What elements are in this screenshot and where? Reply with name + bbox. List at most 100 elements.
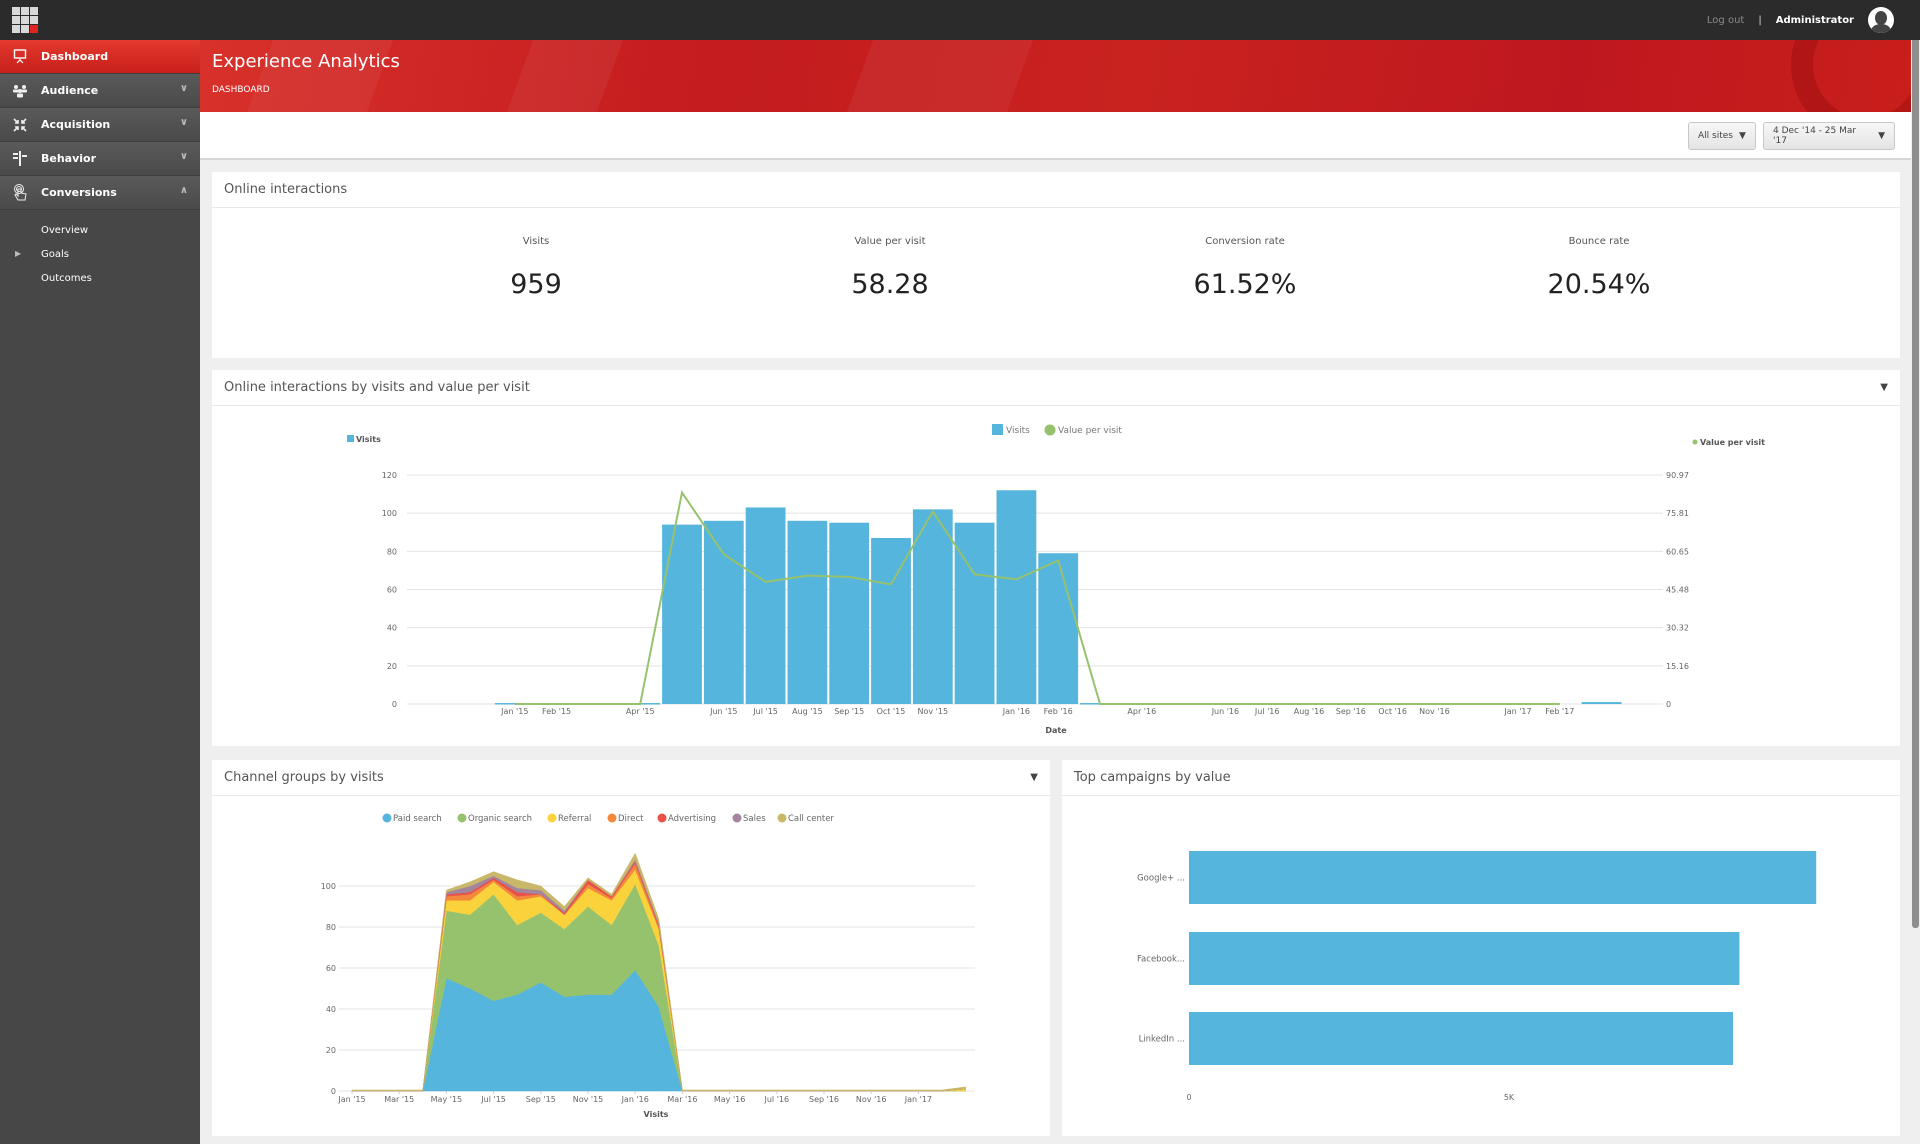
sidebar-subitem-outcomes[interactable]: Outcomes [0, 266, 200, 290]
panel-menu-icon[interactable]: ▼ [1880, 382, 1888, 393]
kpi-visits: Visits 959 [436, 236, 636, 300]
legend-label: Visits [1006, 426, 1030, 436]
x-tick-label: Feb '17 [1545, 707, 1574, 716]
page-scrollbar[interactable] [1911, 40, 1920, 1144]
user-name[interactable]: Administrator [1776, 15, 1854, 26]
breadcrumb[interactable]: DASHBOARD [212, 85, 270, 95]
kpi-bounce-rate: Bounce rate 20.54% [1499, 236, 1699, 300]
x-tick-label: Sep '16 [1336, 707, 1366, 716]
campaign-bar [1189, 851, 1817, 904]
site-filter-value: All sites [1698, 131, 1733, 141]
y-tick-label-left: 40 [387, 624, 397, 633]
x-tick-label: 5K [1504, 1093, 1515, 1102]
x-tick-label: Jul '15 [480, 1095, 506, 1104]
legend-marker [777, 813, 787, 823]
chevron-down-icon: ∨ [179, 83, 188, 94]
x-tick-label: Sep '15 [834, 707, 864, 716]
scrollbar-thumb[interactable] [1912, 40, 1919, 928]
y-tick-label: 40 [326, 1005, 336, 1014]
kpi-conversion-rate: Conversion rate 61.52% [1145, 236, 1345, 300]
sidebar-item-acquisition[interactable]: Acquisition ∨ [0, 108, 200, 142]
legend-label: Value per visit [1058, 426, 1122, 436]
bar-visits [1038, 553, 1079, 704]
expand-arrow-icon[interactable]: ▶ [15, 249, 21, 258]
kpi-label: Conversion rate [1205, 236, 1285, 247]
x-tick-label: Jan '17 [1503, 707, 1531, 716]
separator: | [1758, 14, 1762, 26]
sidebar-item-audience[interactable]: Audience ∨ [0, 74, 200, 108]
x-tick-label: Aug '16 [1294, 707, 1325, 716]
legend-marker [607, 813, 617, 823]
chevron-down-icon: ∨ [179, 117, 188, 128]
legend-label: Advertising [668, 814, 716, 824]
x-tick-label: May '16 [714, 1095, 745, 1104]
legend-label: Referral [558, 814, 591, 824]
kpi-value-per-visit: Value per visit 58.28 [790, 236, 990, 300]
y-tick-label-left: 120 [382, 471, 397, 480]
right-axis-title: Value per visit [1700, 438, 1765, 447]
x-tick-label: Jan '15 [500, 707, 528, 716]
sidebar-item-label: Dashboard [41, 50, 109, 63]
campaign-label: LinkedIn ... [1139, 1035, 1185, 1045]
x-tick-label: Jan '15 [337, 1095, 365, 1104]
arrows-inward-icon [12, 117, 28, 133]
legend-marker [732, 813, 742, 823]
site-filter-dropdown[interactable]: All sites ▼ [1688, 122, 1756, 150]
kpi-label: Bounce rate [1568, 236, 1630, 247]
panel-title-text: Top campaigns by value [1074, 770, 1231, 785]
date-range-dropdown[interactable]: 4 Dec '14 - 25 Mar '17 ▼ [1763, 122, 1895, 150]
legend-marker-value [1692, 439, 1698, 445]
sidebar-subitem-overview[interactable]: Overview [0, 218, 200, 242]
panel-title: Online interactions [212, 172, 1900, 208]
x-tick-label: Jul '15 [752, 707, 778, 716]
bar-visits [787, 520, 828, 704]
panel-title: Channel groups by visits ▼ [212, 760, 1050, 796]
x-tick-label: Aug '15 [792, 707, 823, 716]
legend-label: Direct [618, 814, 644, 824]
app-launcher-icon[interactable] [12, 7, 38, 33]
kpi-label: Value per visit [854, 236, 926, 247]
sidebar-item-conversions[interactable]: Conversions ∧ [0, 176, 200, 210]
channel-groups-panel: Channel groups by visits ▼ 0 20 40 60 80 100 P… [212, 760, 1050, 1136]
avatar-icon[interactable] [1868, 7, 1894, 33]
kpi-label: Visits [522, 236, 550, 247]
sidebar-item-label: Audience [41, 84, 99, 97]
date-range-value: 4 Dec '14 - 25 Mar '17 [1773, 126, 1857, 146]
legend-marker-visits [992, 424, 1003, 435]
panel-menu-icon[interactable]: ▼ [1030, 772, 1038, 783]
legend-label: Sales [743, 814, 766, 824]
campaign-bar [1189, 932, 1740, 985]
sidebar-item-behavior[interactable]: Behavior ∨ [0, 142, 200, 176]
x-tick-label: Nov '16 [1419, 707, 1450, 716]
sidebar-item-label: Behavior [41, 152, 97, 165]
x-tick-label: Nov '15 [918, 707, 949, 716]
banner-decoration [846, 40, 1034, 112]
x-tick-label: Sep '16 [809, 1095, 839, 1104]
presentation-board-icon [12, 49, 28, 65]
kpi-value: 61.52% [1193, 269, 1297, 300]
bar-visits [829, 522, 870, 704]
x-tick-label: May '15 [431, 1095, 462, 1104]
legend-label: Paid search [393, 814, 442, 824]
sidebar-subitem-goals[interactable]: ▶ Goals [0, 242, 200, 266]
panel-title: Top campaigns by value [1062, 760, 1900, 796]
x-tick-label: Jul '16 [764, 1095, 790, 1104]
sidebar-item-dashboard[interactable]: Dashboard [0, 40, 200, 74]
bar-visits [954, 522, 995, 704]
panel-title-text: Channel groups by visits [224, 770, 384, 785]
sidebar-subitem-label: Goals [41, 248, 69, 260]
legend-marker-visits [347, 435, 354, 442]
logout-link[interactable]: Log out [1707, 15, 1744, 26]
sidebar-subitem-label: Outcomes [41, 272, 92, 284]
y-tick-label: 100 [321, 882, 336, 891]
chevron-up-icon: ∧ [179, 185, 188, 196]
x-axis-title: Date [1045, 726, 1067, 735]
x-tick-label: Nov '15 [573, 1095, 604, 1104]
campaign-label: Facebook... [1137, 955, 1185, 965]
y-tick-label-left: 0 [392, 700, 397, 709]
campaign-label: Google+ ... [1137, 874, 1185, 884]
legend-label: Call center [788, 814, 834, 824]
filter-bar: All sites ▼ 4 Dec '14 - 25 Mar '17 ▼ [200, 112, 1911, 160]
y-tick-label-right: 90.97 [1666, 471, 1689, 480]
sidebar-subitem-label: Overview [41, 224, 89, 236]
